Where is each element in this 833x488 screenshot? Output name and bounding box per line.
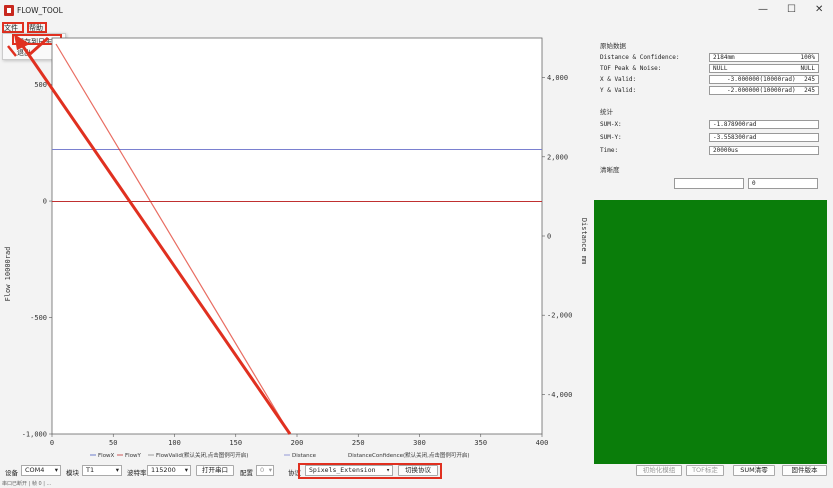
x-tick-label: 200 [291, 439, 304, 447]
firmware-version-button[interactable]: 固件版本 [782, 465, 827, 476]
left-tick-label: -500 [30, 314, 47, 322]
annotation-box-file [2, 22, 24, 33]
device-label: 设备 [5, 469, 18, 477]
x-tick-label: 400 [536, 439, 549, 447]
sum-clear-button[interactable]: SUM清零 [733, 465, 775, 476]
chart-svg: 0 50 100 150 200 250 300 350 400 500 0 -500 -1,000 4,… [4, 34, 588, 459]
annotation-arrow-3 [7, 45, 17, 57]
raw-row-label: Distance & Confidence: [600, 54, 680, 61]
annotation-box-help [27, 22, 47, 33]
right-panel: 原始数据 Distance & Confidence: 2184mm 100% T… [594, 34, 830, 464]
x-tick-label: 300 [413, 439, 426, 447]
raw-row-value: -3.000000(10000rad) 245 [709, 75, 819, 84]
device-select[interactable]: COM4 ▾ [21, 465, 61, 476]
raw-row-label: X & Valid: [600, 76, 637, 83]
x-tick-label: 100 [168, 439, 181, 447]
legend: FlowX FlowY FlowValid(默认关闭,点击图例可开启) Dist… [90, 451, 470, 459]
module-label: 模块 [66, 469, 79, 477]
right-tick-label: 4,000 [547, 74, 568, 82]
status-text: 串口已断开 | 帧 0 | ... [2, 481, 52, 487]
window-title: FLOW_TOOL [17, 6, 63, 15]
annotation-arrowhead-1 [14, 34, 30, 50]
plot-area[interactable]: 0 50 100 150 200 250 300 350 400 500 0 -500 -1,000 4,… [0, 34, 590, 464]
clarity-title: 清晰度 [600, 166, 620, 174]
left-tick-label: -1,000 [22, 431, 47, 439]
left-ylabel: Flow 10000rad [4, 247, 12, 302]
left-tick-label: 0 [43, 198, 47, 206]
title-bar: FLOW_TOOL — ☐ ✕ [0, 0, 833, 22]
stats-row-label: SUM-Y: [600, 134, 622, 141]
raw-row-value: NULL NULL [709, 64, 819, 73]
tof-calibrate-button[interactable]: TOF标定 [686, 465, 724, 476]
stats-row-value: 20000us [709, 146, 819, 155]
x-tick-label: 50 [109, 439, 117, 447]
stats-row-label: Time: [600, 147, 619, 154]
module-select[interactable]: T1 ▾ [82, 465, 122, 476]
app-icon [4, 5, 14, 16]
config-label: 配置 [240, 469, 253, 477]
raw-row-label: TOF Peak & Noise: [600, 65, 662, 72]
maximize-button[interactable]: ☐ [787, 4, 796, 15]
baud-select[interactable]: 115200 ▾ [147, 465, 191, 476]
image-preview [594, 200, 827, 464]
baud-label: 波特率 [127, 469, 147, 477]
raw-row-value: 2184mm 100% [709, 53, 819, 62]
annotation-box-protocol [298, 463, 442, 479]
legend-flowy: FlowY [125, 453, 142, 459]
legend-flowvalid: FlowValid(默认关闭,点击图例可开启) [156, 451, 248, 459]
plot-frame [51, 37, 543, 435]
raw-row-label: Y & Valid: [600, 87, 637, 94]
stats-row-label: SUM-X: [600, 121, 622, 128]
x-tick-label: 0 [50, 439, 54, 447]
clarity-value: 0 [748, 178, 818, 189]
x-tick-label: 350 [474, 439, 487, 447]
legend-flowx: FlowX [98, 453, 115, 459]
minimize-button[interactable]: — [758, 4, 768, 15]
right-tick-label: 2,000 [547, 153, 568, 161]
x-tick-label: 150 [229, 439, 242, 447]
annotation-arrow-2 [29, 36, 49, 56]
right-ylabel: Distance mm [580, 218, 588, 264]
legend-distance: Distance [292, 453, 317, 459]
clarity-bar [674, 178, 744, 189]
init-module-button[interactable]: 初始化模组 [636, 465, 682, 476]
raw-row-value: -2.000000(10000rad) 245 [709, 86, 819, 95]
right-tick-label: 0 [547, 233, 551, 241]
stats-title: 统计 [600, 108, 613, 116]
menu-bar: 文件 帮助 [0, 22, 833, 34]
right-tick-label: -4,000 [547, 391, 572, 399]
close-button[interactable]: ✕ [815, 4, 823, 15]
left-tick-label: 500 [34, 81, 47, 89]
config-select[interactable]: 0 ▾ [256, 465, 274, 476]
legend-distance-confidence: DistanceConfidence(默认关闭,点击图例可开启) [348, 451, 470, 459]
raw-data-title: 原始数据 [600, 42, 626, 50]
stats-row-value: -3.558300rad [709, 133, 819, 142]
stats-row-value: -1.878900rad [709, 120, 819, 129]
open-port-button[interactable]: 打开串口 [196, 465, 234, 476]
right-tick-label: -2,000 [547, 312, 572, 320]
x-tick-label: 250 [352, 439, 365, 447]
